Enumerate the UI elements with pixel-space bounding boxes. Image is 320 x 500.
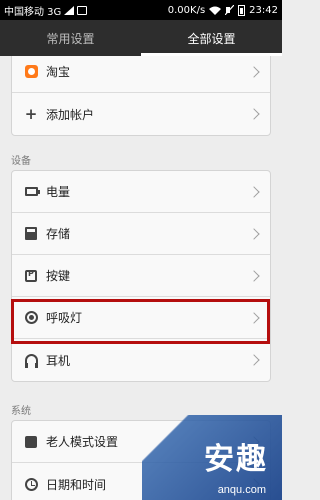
battery-icon — [22, 187, 40, 196]
battery-icon — [238, 4, 246, 16]
chevron-right-icon — [248, 65, 260, 78]
key-icon — [22, 269, 40, 282]
tab-bar: 常用设置 全部设置 — [0, 20, 282, 56]
watermark-big-text: 安趣 — [204, 442, 268, 477]
watermark-logo: 安趣 anqu.com — [142, 415, 282, 500]
list-item-label: 耳机 — [46, 353, 71, 368]
watermark-url: anqu.com — [217, 484, 266, 496]
list-item-label: 淘宝 — [46, 65, 71, 79]
headset-icon — [22, 354, 40, 368]
accounts-group: 淘宝 + 添加帐户 — [11, 56, 271, 136]
tab-common-settings[interactable]: 常用设置 — [0, 20, 141, 56]
wifi-icon — [209, 6, 222, 15]
storage-icon — [22, 227, 40, 240]
chevron-right-icon — [248, 108, 260, 120]
silent-mode-icon — [225, 5, 235, 15]
elder-mode-icon — [22, 435, 40, 448]
list-item-taobao[interactable]: 淘宝 — [12, 56, 270, 93]
list-item-label: 按键 — [46, 269, 71, 283]
list-item-storage[interactable]: 存储 — [12, 213, 270, 255]
image-notification-icon — [77, 5, 88, 15]
list-item-label: 电量 — [46, 185, 71, 199]
tab-all-settings[interactable]: 全部设置 — [141, 20, 282, 56]
list-item-label: 老人模式设置 — [46, 435, 119, 449]
list-item-label: 日期和时间 — [46, 477, 107, 492]
list-item-label: 添加帐户 — [46, 107, 95, 122]
list-item-buttons[interactable]: 按键 — [12, 255, 270, 297]
carrier-label: 中国移动 3G — [4, 6, 62, 18]
list-item-breathing-light[interactable]: 呼吸灯 — [12, 297, 270, 339]
list-item-headset[interactable]: 耳机 — [12, 339, 270, 381]
section-title-device: 设备 — [11, 156, 31, 167]
device-group: 电量 存储 按键 呼吸灯 耳机 — [11, 170, 271, 382]
list-item-label: 呼吸灯 — [46, 311, 83, 325]
chevron-right-icon — [248, 311, 260, 324]
chevron-right-icon — [248, 269, 260, 282]
plus-icon: + — [24, 104, 38, 123]
list-item-add-account[interactable]: + 添加帐户 — [12, 93, 270, 135]
status-bar: 中国移动 3G 0.00K/s 23:42 — [0, 0, 282, 20]
breathing-light-icon — [22, 311, 40, 324]
signal-icon — [64, 5, 75, 15]
clock-time: 23:42 — [249, 4, 278, 16]
section-title-system: 系统 — [11, 406, 31, 417]
list-item-label: 存储 — [46, 227, 71, 241]
chevron-right-icon — [248, 227, 260, 240]
taobao-icon — [22, 65, 40, 78]
list-item-battery[interactable]: 电量 — [12, 171, 270, 213]
chevron-right-icon — [248, 185, 260, 198]
network-speed: 0.00K/s — [167, 4, 206, 16]
chevron-right-icon — [248, 354, 260, 366]
clock-icon — [22, 477, 40, 491]
